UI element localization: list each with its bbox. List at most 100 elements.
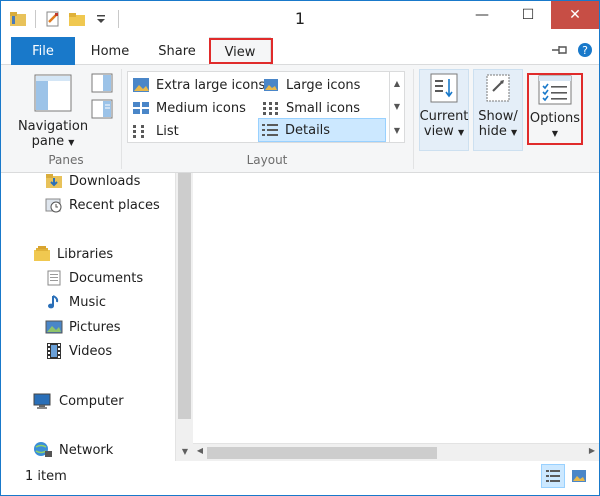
chevron-down-icon: ▼ [511,128,518,137]
libraries-icon [34,246,50,261]
layout-gallery: Extra large icons Large icons Medium ico… [127,71,391,143]
nav-item-computer[interactable]: Computer [33,391,124,411]
scroll-left-arrow-icon[interactable]: ◀ [193,446,207,455]
panes-group-label: Panes [48,153,84,167]
preview-pane-icon[interactable] [91,73,113,97]
large-icons-view-button[interactable] [567,464,591,488]
videos-film-icon [47,343,61,359]
item-count: 1 item [25,469,67,484]
computer-icon [33,393,51,409]
pin-ribbon-icon[interactable] [551,43,569,61]
details-view-icon [546,470,560,482]
current-view-label-2: view [423,124,454,139]
svg-text:?: ? [582,44,588,57]
nav-item-label: Recent places [69,197,160,213]
navigation-pane-label-1: Navigation [17,119,89,134]
nav-item-recent-places[interactable]: Recent places [45,195,160,215]
layout-item-label: List [156,123,179,139]
details-view-button[interactable] [541,464,565,488]
group-divider [413,69,414,169]
title-bar: 1 — ☐ ✕ [1,1,599,37]
documents-icon [47,270,61,286]
nav-item-label: Music [69,294,106,310]
nav-vertical-scrollbar[interactable]: ▼ [175,173,193,461]
ribbon-right-controls: ? [551,42,593,62]
layout-medium-icons[interactable]: Medium icons [130,97,246,119]
minimize-button[interactable]: — [459,1,505,29]
music-note-icon [48,295,59,309]
network-icon [34,442,52,457]
layout-list[interactable]: List [130,120,179,142]
tab-share[interactable]: Share [149,37,205,65]
layout-extra-large-icons[interactable]: Extra large icons [130,74,265,96]
show-hide-icon [484,73,512,107]
scroll-down-arrow-icon[interactable]: ▼ [176,447,194,456]
help-icon[interactable]: ? [577,42,593,62]
nav-item-documents[interactable]: Documents [45,268,143,288]
ribbon-view: Navigation pane ▼ Panes Extra large icon… [1,65,599,173]
nav-scroll-thumb[interactable] [178,173,191,419]
downloads-folder-icon [46,174,62,188]
layout-item-label: Details [285,122,331,138]
nav-item-music[interactable]: Music [45,292,106,312]
file-explorer-window: 1 — ☐ ✕ File Home Share View ? Navigatio… [0,0,600,496]
layout-small-icons[interactable]: Small icons [260,97,360,119]
show-hide-label-1: Show/ [478,109,518,124]
options-highlight [527,73,583,145]
nav-item-network[interactable]: Network [33,440,113,460]
list-view-icon [133,125,144,138]
view-tab-highlight [209,38,273,64]
content-scroll-thumb[interactable] [207,447,437,459]
sort-by-icon [430,73,458,107]
scroll-down-icon[interactable]: ▼ [394,102,400,111]
nav-item-label: Downloads [69,173,141,189]
navigation-pane-button[interactable]: Navigation pane ▼ [15,73,91,150]
layout-item-label: Small icons [286,100,360,116]
window-controls: — ☐ ✕ [459,1,599,29]
nav-item-downloads[interactable]: Downloads [45,171,140,191]
maximize-button[interactable]: ☐ [505,1,551,29]
content-horizontal-scrollbar[interactable]: ◀ ▶ [193,443,599,461]
layout-details[interactable]: Details [258,118,386,142]
extra-large-icons-icon [133,78,149,92]
nav-item-label: Network [59,442,114,458]
nav-item-label: Libraries [57,246,114,262]
scroll-right-arrow-icon[interactable]: ▶ [585,446,599,455]
close-button[interactable]: ✕ [551,1,599,29]
more-icon[interactable]: ▼ [394,126,400,135]
large-icons-icon [572,470,586,482]
details-view-icon [262,124,278,136]
pictures-icon [45,320,63,334]
layout-large-icons[interactable]: Large icons [260,74,360,96]
large-icons-icon [264,79,278,91]
status-bar: 1 item [1,461,599,495]
navigation-pane-label-2: pane [31,134,65,149]
ribbon-tabs: File Home Share View ? [1,37,599,66]
current-view-label-1: Current [419,109,469,124]
current-view-button[interactable]: Current view ▼ [419,73,469,140]
nav-item-libraries[interactable]: Libraries [33,244,113,264]
show-hide-label-2: hide [478,124,507,139]
file-list-area[interactable] [193,173,599,443]
navigation-pane-icon [33,73,73,117]
tab-home[interactable]: Home [81,37,139,65]
scroll-up-icon[interactable]: ▲ [394,79,400,88]
nav-item-label: Computer [59,393,124,409]
medium-icons-icon [133,102,149,114]
details-pane-icon[interactable] [91,99,113,123]
nav-item-videos[interactable]: Videos [45,341,112,361]
navigation-pane: Downloads Recent places Libraries Docume… [1,173,175,461]
group-divider [121,69,122,169]
show-hide-button[interactable]: Show/ hide ▼ [473,73,523,140]
layout-gallery-scroll[interactable]: ▲ ▼ ▼ [389,71,405,143]
nav-item-pictures[interactable]: Pictures [45,317,120,337]
chevron-down-icon: ▼ [457,128,465,137]
status-view-buttons [541,464,591,488]
nav-item-label: Videos [69,343,113,359]
recent-places-icon [45,198,62,213]
layout-item-label: Large icons [286,77,361,93]
layout-item-label: Medium icons [156,100,246,116]
tab-file[interactable]: File [11,37,75,65]
chevron-down-icon: ▼ [68,138,75,147]
small-icons-icon [263,102,278,115]
